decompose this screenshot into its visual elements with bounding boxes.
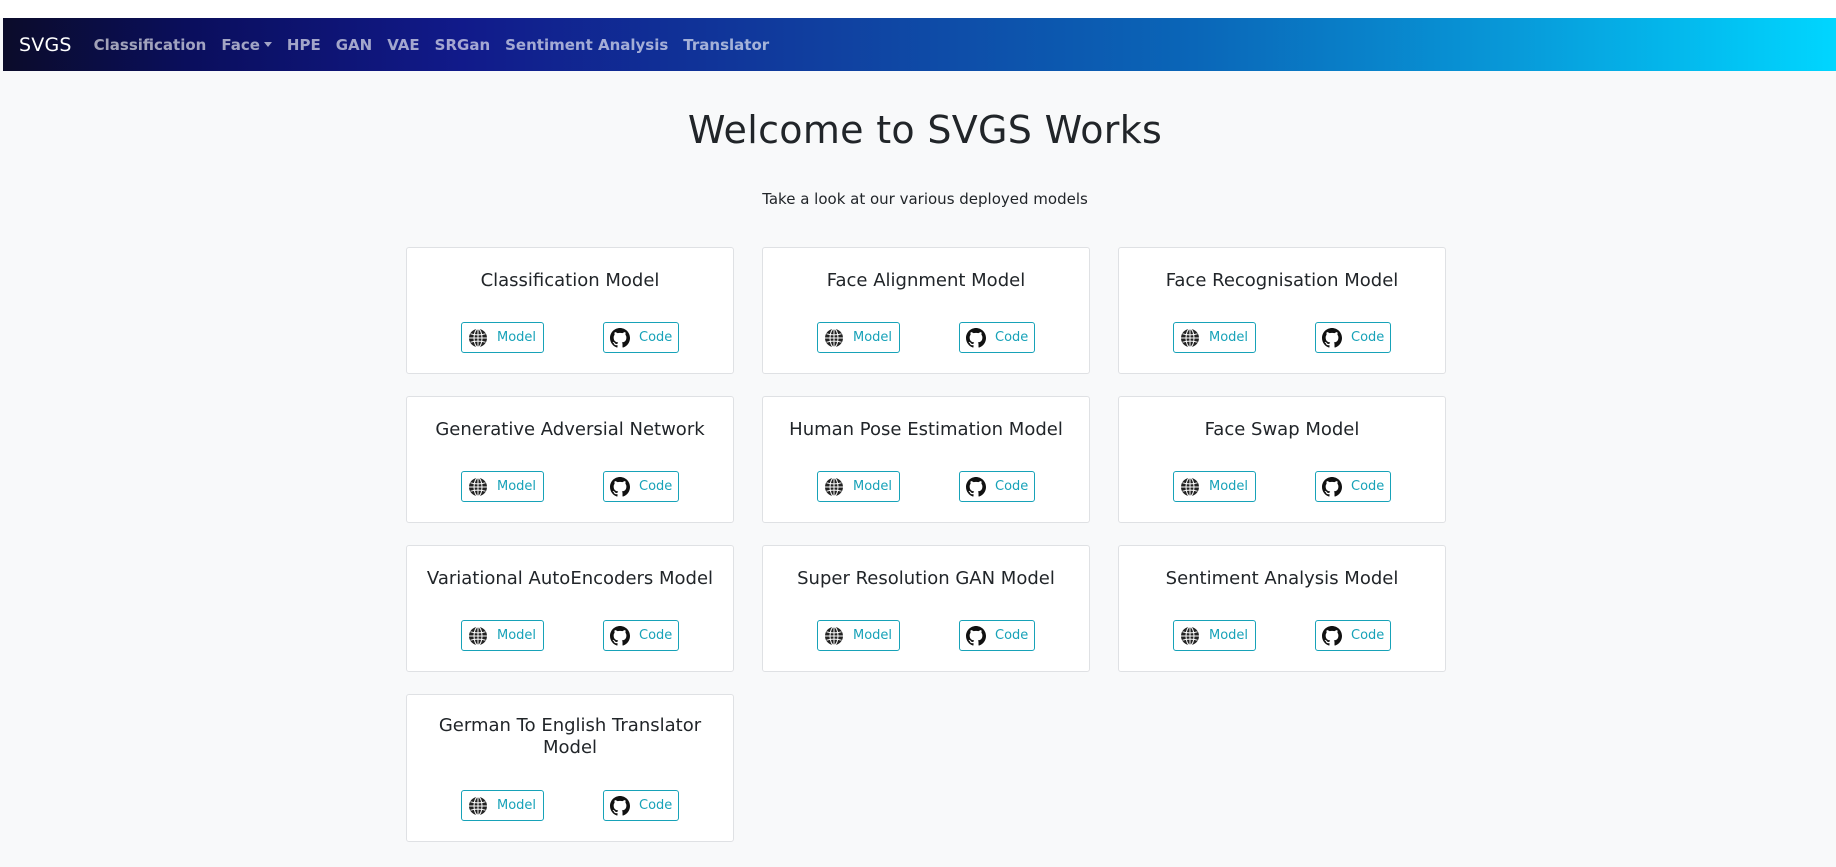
model-card-sentiment-analysis: Sentiment Analysis Model Model Code bbox=[1118, 545, 1446, 672]
code-button[interactable]: Code bbox=[603, 790, 679, 821]
code-button[interactable]: Code bbox=[603, 620, 679, 651]
code-button-label: Code bbox=[639, 628, 673, 643]
card-title: Human Pose Estimation Model bbox=[789, 419, 1063, 440]
model-button[interactable]: Model bbox=[817, 471, 900, 502]
nav-link-hpe[interactable]: HPE bbox=[287, 36, 321, 54]
code-button[interactable]: Code bbox=[1315, 322, 1391, 353]
code-button-label: Code bbox=[1351, 628, 1385, 643]
github-icon bbox=[966, 476, 986, 497]
model-button[interactable]: Model bbox=[461, 620, 544, 651]
model-button[interactable]: Model bbox=[1173, 620, 1256, 651]
code-button-label: Code bbox=[639, 479, 673, 494]
globe-icon bbox=[469, 328, 487, 347]
navbar: SVGS Classification Face HPE GAN VAE SRG… bbox=[3, 18, 1836, 71]
github-icon bbox=[1322, 625, 1342, 646]
model-card-gan: Generative Adversial Network Model Code bbox=[406, 396, 734, 523]
model-button[interactable]: Model bbox=[817, 322, 900, 353]
globe-icon bbox=[469, 477, 487, 496]
nav-link-classification[interactable]: Classification bbox=[94, 36, 207, 54]
card-title: Super Resolution GAN Model bbox=[797, 568, 1055, 589]
code-button[interactable]: Code bbox=[959, 471, 1035, 502]
globe-icon bbox=[469, 626, 487, 645]
globe-icon bbox=[825, 328, 843, 347]
model-button-label: Model bbox=[1209, 628, 1249, 643]
code-button[interactable]: Code bbox=[959, 322, 1035, 353]
nav-link-translator[interactable]: Translator bbox=[683, 36, 769, 54]
model-button[interactable]: Model bbox=[461, 471, 544, 502]
model-card-face-alignment: Face Alignment Model Model Code bbox=[762, 247, 1090, 374]
github-icon bbox=[610, 327, 630, 348]
model-button-label: Model bbox=[853, 479, 893, 494]
github-icon bbox=[610, 625, 630, 646]
model-button-label: Model bbox=[497, 798, 537, 813]
model-card-face-recognisation: Face Recognisation Model Model Code bbox=[1118, 247, 1446, 374]
card-title: Face Recognisation Model bbox=[1165, 270, 1399, 291]
card-title: Classification Model bbox=[480, 270, 660, 291]
brand-logo[interactable]: SVGS bbox=[19, 34, 72, 56]
card-title: German To English Translator Model bbox=[438, 715, 702, 758]
globe-icon bbox=[469, 796, 487, 815]
github-icon bbox=[966, 327, 986, 348]
card-title: Face Swap Model bbox=[1204, 419, 1360, 440]
model-button-label: Model bbox=[497, 479, 537, 494]
nav-dropdown-face-label: Face bbox=[221, 35, 260, 54]
card-title: Variational AutoEncoders Model bbox=[426, 568, 714, 589]
github-icon bbox=[610, 795, 630, 816]
github-icon bbox=[1322, 476, 1342, 497]
card-title: Sentiment Analysis Model bbox=[1165, 568, 1399, 589]
model-button-label: Model bbox=[853, 330, 893, 345]
code-button[interactable]: Code bbox=[1315, 471, 1391, 502]
code-button-label: Code bbox=[639, 330, 673, 345]
github-icon bbox=[610, 476, 630, 497]
code-button-label: Code bbox=[995, 479, 1029, 494]
code-button-label: Code bbox=[639, 798, 673, 813]
model-button-label: Model bbox=[1209, 479, 1249, 494]
code-button[interactable]: Code bbox=[603, 471, 679, 502]
github-icon bbox=[966, 625, 986, 646]
globe-icon bbox=[1181, 477, 1199, 496]
nav-link-srgan[interactable]: SRGan bbox=[435, 36, 490, 54]
model-card-classification: Classification Model Model Code bbox=[406, 247, 734, 374]
globe-icon bbox=[825, 477, 843, 496]
code-button[interactable]: Code bbox=[1315, 620, 1391, 651]
card-title: Face Alignment Model bbox=[826, 270, 1026, 291]
model-button-label: Model bbox=[497, 628, 537, 643]
globe-icon bbox=[825, 626, 843, 645]
model-button[interactable]: Model bbox=[461, 790, 544, 821]
nav-link-sentiment-analysis[interactable]: Sentiment Analysis bbox=[505, 36, 668, 54]
code-button[interactable]: Code bbox=[603, 322, 679, 353]
caret-down-icon bbox=[263, 42, 272, 47]
model-card-hpe: Human Pose Estimation Model Model Code bbox=[762, 396, 1090, 523]
globe-icon bbox=[1181, 328, 1199, 347]
nav-dropdown-face[interactable]: Face bbox=[221, 36, 272, 54]
model-card-translator: German To English Translator Model Model… bbox=[406, 694, 734, 842]
code-button-label: Code bbox=[1351, 479, 1385, 494]
code-button-label: Code bbox=[995, 330, 1029, 345]
model-button[interactable]: Model bbox=[1173, 322, 1256, 353]
globe-icon bbox=[1181, 626, 1199, 645]
github-icon bbox=[1322, 327, 1342, 348]
code-button-label: Code bbox=[995, 628, 1029, 643]
nav-link-gan[interactable]: GAN bbox=[336, 36, 372, 54]
model-button[interactable]: Model bbox=[461, 322, 544, 353]
card-title: Generative Adversial Network bbox=[435, 419, 705, 440]
model-button-label: Model bbox=[497, 330, 537, 345]
model-button[interactable]: Model bbox=[817, 620, 900, 651]
code-button[interactable]: Code bbox=[959, 620, 1035, 651]
model-card-face-swap: Face Swap Model Model Code bbox=[1118, 396, 1446, 523]
model-button-label: Model bbox=[1209, 330, 1249, 345]
page-title: Welcome to SVGS Works bbox=[687, 108, 1163, 152]
page-subtitle: Take a look at our various deployed mode… bbox=[762, 190, 1088, 208]
model-card-srgan: Super Resolution GAN Model Model Code bbox=[762, 545, 1090, 672]
model-button[interactable]: Model bbox=[1173, 471, 1256, 502]
model-card-vae: Variational AutoEncoders Model Model Cod… bbox=[406, 545, 734, 672]
code-button-label: Code bbox=[1351, 330, 1385, 345]
top-strip bbox=[0, 0, 1836, 18]
nav-link-vae[interactable]: VAE bbox=[387, 36, 419, 54]
model-button-label: Model bbox=[853, 628, 893, 643]
